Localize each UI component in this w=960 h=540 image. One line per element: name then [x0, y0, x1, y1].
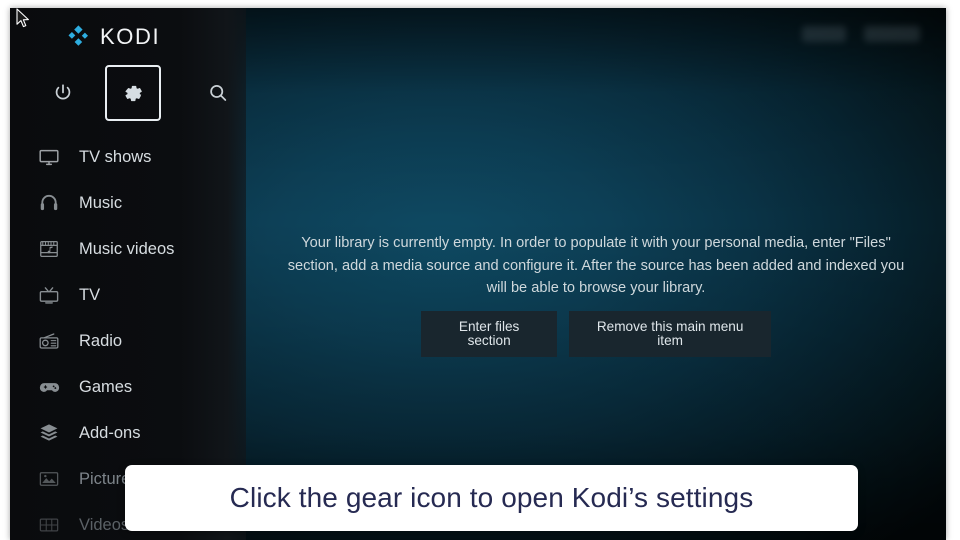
sidebar-item-label: Music: [79, 193, 123, 212]
sidebar-item-label: Music videos: [79, 239, 175, 258]
kodi-diamond-logo-icon: [66, 24, 91, 49]
radio-icon: [37, 329, 61, 353]
app-logo: KODI: [66, 24, 160, 49]
sidebar: KODI TV shows Music Music videos TV Radi…: [10, 8, 246, 540]
empty-library-panel: Your library is currently empty. In orde…: [246, 8, 946, 540]
sidebar-item-label: TV shows: [79, 147, 152, 166]
sidebar-item-music-videos[interactable]: Music videos: [10, 226, 246, 272]
tv-monitor-icon: [37, 145, 61, 169]
app-logo-text: KODI: [100, 23, 161, 49]
instruction-caption-text: Click the gear icon to open Kodi’s setti…: [229, 482, 754, 513]
sidebar-item-add-ons[interactable]: Add-ons: [10, 410, 246, 456]
retro-tv-icon: [37, 283, 61, 307]
sidebar-item-label: Add-ons: [79, 423, 141, 442]
sidebar-item-radio[interactable]: Radio: [10, 318, 246, 364]
sidebar-item-tv[interactable]: TV: [10, 272, 246, 318]
sidebar-item-label: TV: [79, 285, 101, 304]
instruction-caption-banner: Click the gear icon to open Kodi’s setti…: [125, 465, 858, 531]
power-button[interactable]: [35, 64, 91, 122]
top-icon-row: [10, 64, 246, 122]
remove-main-menu-item-button[interactable]: Remove this main menu item: [569, 311, 771, 358]
sidebar-item-tv-shows[interactable]: TV shows: [10, 134, 246, 180]
enter-files-section-button[interactable]: Enter files section: [421, 311, 558, 358]
settings-focus-highlight: [105, 65, 161, 121]
addons-box-icon: [37, 421, 61, 445]
film-music-icon: [37, 237, 61, 261]
gamepad-icon: [37, 375, 61, 399]
pictures-icon: [37, 467, 61, 491]
headphones-icon: [37, 191, 61, 215]
sidebar-item-label: Videos: [79, 515, 130, 534]
kodi-application-window: KODI TV shows Music Music videos TV Radi…: [10, 8, 946, 540]
videos-grid-icon: [37, 513, 61, 537]
sidebar-item-music[interactable]: Music: [10, 180, 246, 226]
page-frame: KODI TV shows Music Music videos TV Radi…: [0, 0, 960, 540]
sidebar-item-label: Radio: [79, 331, 123, 350]
empty-library-actions: Enter files section Remove this main men…: [421, 311, 771, 358]
search-button[interactable]: [190, 64, 246, 122]
sidebar-item-label: Games: [79, 377, 133, 396]
mouse-cursor: [16, 8, 32, 30]
empty-library-message: Your library is currently empty. In orde…: [287, 235, 905, 296]
sidebar-item-games[interactable]: Games: [10, 364, 246, 410]
